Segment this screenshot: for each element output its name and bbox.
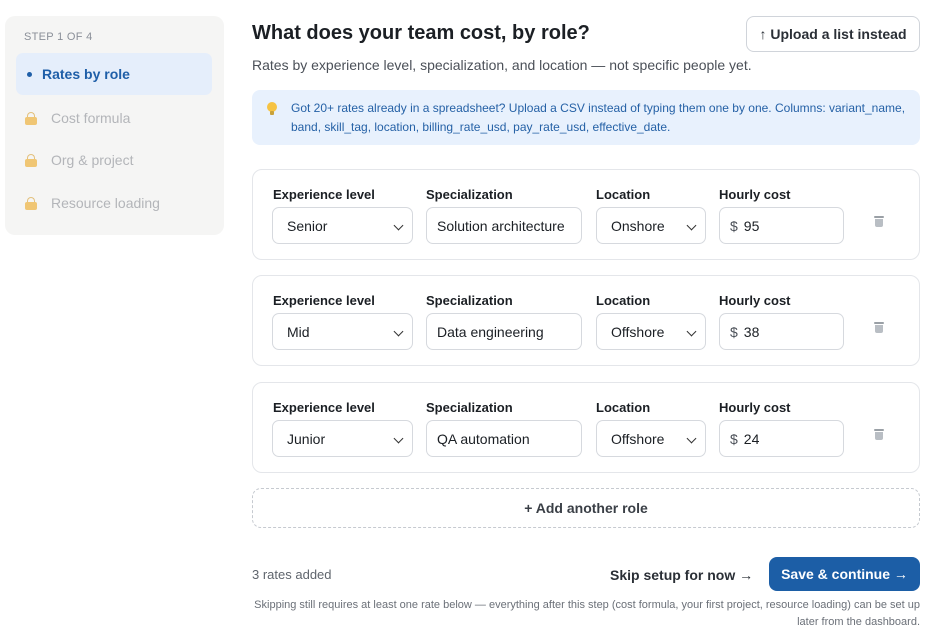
page-title: What does your team cost, by role? <box>252 22 590 44</box>
experience-level-label: Experience level <box>273 187 375 202</box>
rates-count: 3 rates added <box>252 567 332 582</box>
location-value: Offshore <box>611 430 665 447</box>
role-card: Experience level Specialization Location… <box>252 169 920 260</box>
lock-icon <box>25 196 37 210</box>
trash-icon[interactable] <box>874 429 884 440</box>
specialization-value: QA automation <box>437 430 530 447</box>
experience-level-select[interactable]: Mid <box>272 313 413 350</box>
specialization-input[interactable]: Solution architecture <box>426 207 582 244</box>
currency-symbol: $ <box>730 217 738 234</box>
upload-list-button[interactable]: ↑ Upload a list instead <box>746 16 920 52</box>
page-subtitle: Rates by experience level, specializatio… <box>252 57 752 73</box>
hourly-cost-value: 95 <box>743 217 760 234</box>
location-value: Onshore <box>611 217 665 234</box>
skip-setup-link[interactable]: Skip setup for now → <box>610 567 753 583</box>
lightbulb-icon <box>267 102 277 116</box>
csv-info-banner: Got 20+ rates already in a spreadsheet? … <box>252 90 920 145</box>
sidebar-item-label: Org & project <box>51 152 134 168</box>
specialization-label: Specialization <box>426 400 513 415</box>
sidebar-item-label: Resource loading <box>51 195 160 211</box>
location-label: Location <box>596 400 651 415</box>
sidebar-item-label: Cost formula <box>51 110 131 126</box>
experience-level-select[interactable]: Senior <box>272 207 413 244</box>
specialization-input[interactable]: QA automation <box>426 420 582 457</box>
hourly-cost-input[interactable]: $ 38 <box>719 313 844 350</box>
stepper-sidebar: STEP 1 OF 4 Rates by role Cost formula O… <box>5 16 224 235</box>
hourly-cost-label: Hourly cost <box>719 293 791 308</box>
location-label: Location <box>596 293 651 308</box>
experience-level-value: Junior <box>287 430 326 447</box>
location-value: Offshore <box>611 323 665 340</box>
hourly-cost-label: Hourly cost <box>719 187 791 202</box>
footnote-text: Skipping still requires at least one rat… <box>254 599 920 628</box>
role-card: Experience level Specialization Location… <box>252 382 920 473</box>
experience-level-label: Experience level <box>273 400 375 415</box>
lock-icon <box>25 111 37 125</box>
specialization-value: Data engineering <box>437 323 544 340</box>
hourly-cost-value: 38 <box>743 323 760 340</box>
specialization-label: Specialization <box>426 293 513 308</box>
hourly-cost-input[interactable]: $ 24 <box>719 420 844 457</box>
chevron-down-icon <box>393 326 404 337</box>
location-select[interactable]: Offshore <box>596 313 706 350</box>
experience-level-value: Senior <box>287 217 328 234</box>
chevron-down-icon <box>686 326 697 337</box>
lock-icon <box>25 153 37 167</box>
hourly-cost-input[interactable]: $ 95 <box>719 207 844 244</box>
specialization-label: Specialization <box>426 187 513 202</box>
sidebar-item-rates-by-role[interactable]: Rates by role <box>16 53 212 95</box>
currency-symbol: $ <box>730 323 738 340</box>
role-card: Experience level Specialization Location… <box>252 275 920 366</box>
trash-icon[interactable] <box>874 216 884 227</box>
banner-text: Got 20+ rates already in a spreadsheet? … <box>291 101 906 134</box>
specialization-value: Solution architecture <box>437 217 565 234</box>
experience-level-value: Mid <box>287 323 310 340</box>
location-select[interactable]: Onshore <box>596 207 706 244</box>
chevron-down-icon <box>393 220 404 231</box>
save-continue-button[interactable]: Save & continue → <box>769 557 920 591</box>
sidebar-item-label: Rates by role <box>42 66 130 82</box>
location-label: Location <box>596 187 651 202</box>
chevron-down-icon <box>686 433 697 444</box>
currency-symbol: $ <box>730 430 738 447</box>
chevron-down-icon <box>686 220 697 231</box>
trash-icon[interactable] <box>874 322 884 333</box>
location-select[interactable]: Offshore <box>596 420 706 457</box>
experience-level-label: Experience level <box>273 293 375 308</box>
sidebar-item-org-project: Org & project <box>16 139 212 181</box>
sidebar-item-cost-formula: Cost formula <box>16 97 212 139</box>
experience-level-select[interactable]: Junior <box>272 420 413 457</box>
hourly-cost-label: Hourly cost <box>719 400 791 415</box>
active-dot-icon <box>27 71 32 77</box>
chevron-down-icon <box>393 433 404 444</box>
add-role-button[interactable]: + Add another role <box>252 488 920 528</box>
hourly-cost-value: 24 <box>743 430 760 447</box>
step-indicator: STEP 1 OF 4 <box>24 31 93 43</box>
specialization-input[interactable]: Data engineering <box>426 313 582 350</box>
sidebar-item-resource-loading: Resource loading <box>16 182 212 224</box>
